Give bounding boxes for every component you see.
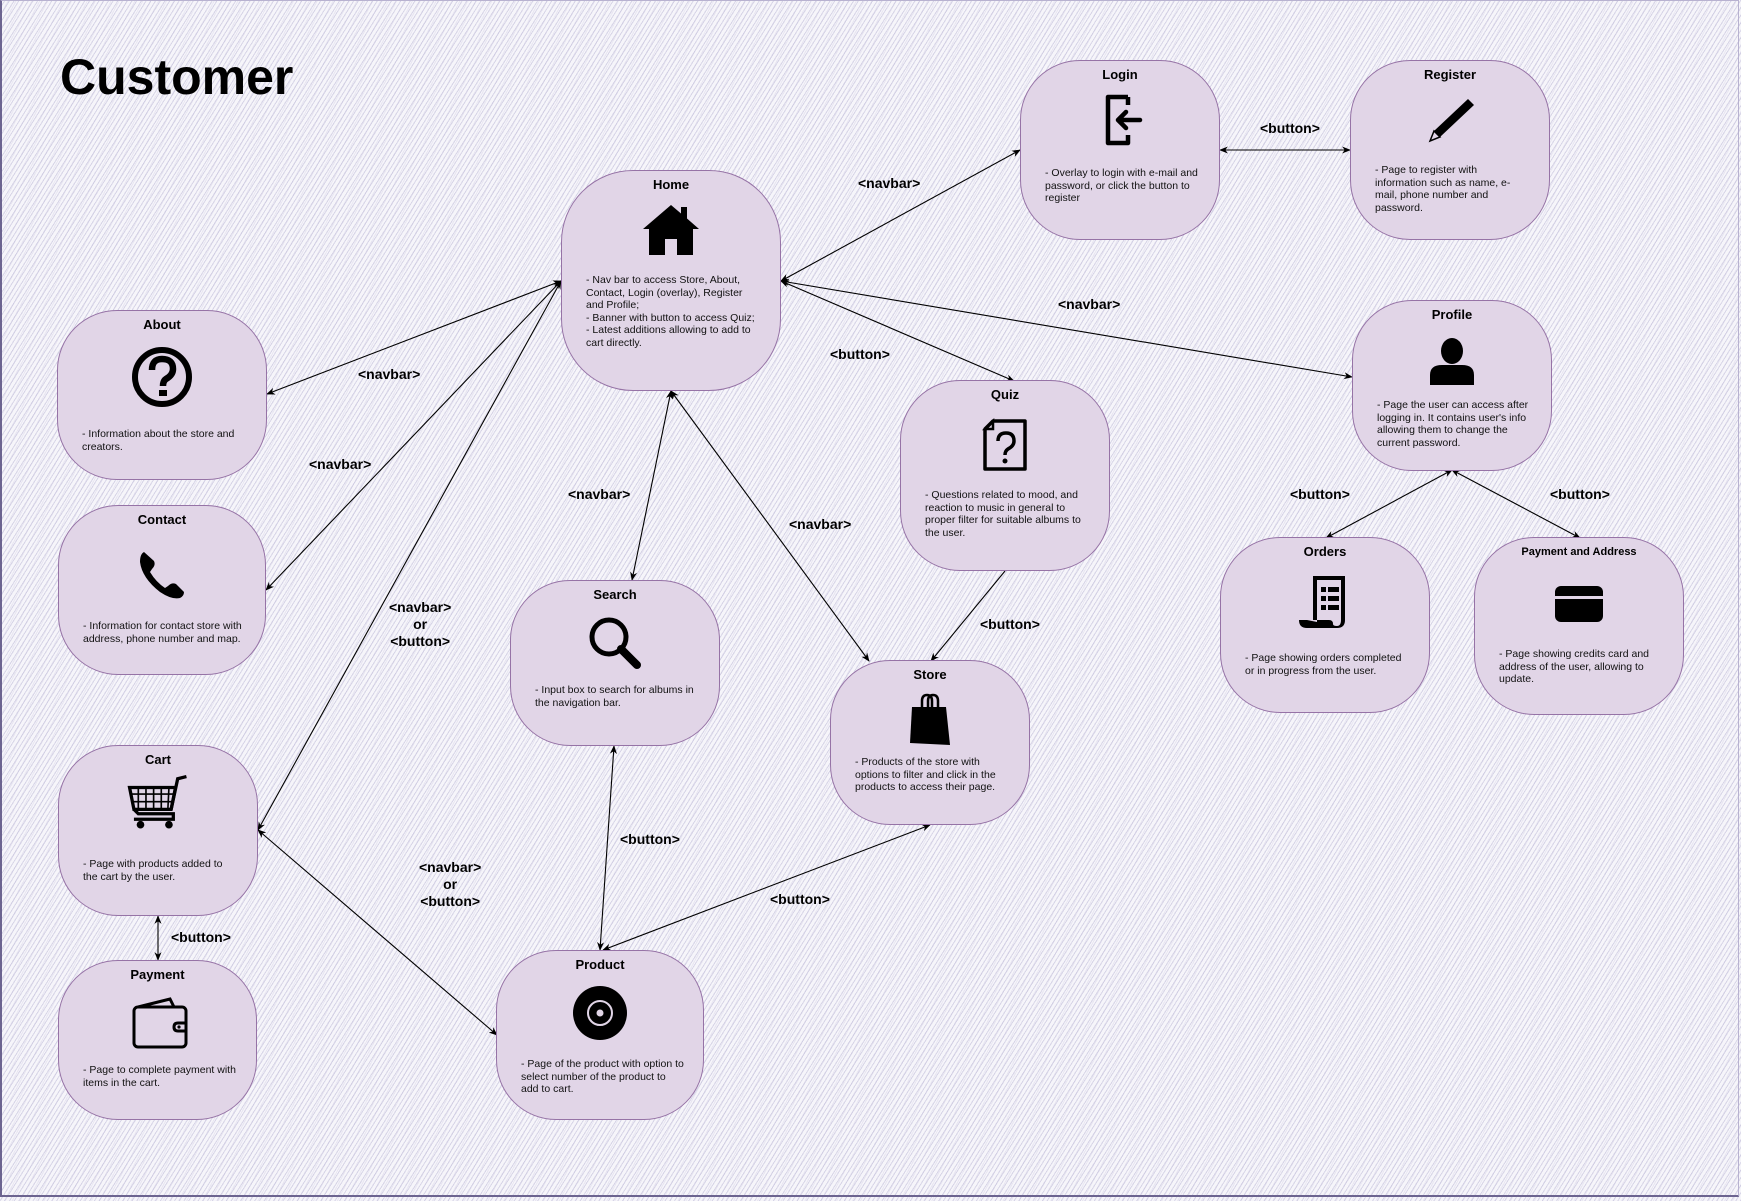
edge-profile-orders bbox=[1325, 469, 1453, 539]
question-file-icon bbox=[981, 417, 1027, 471]
node-title: Store bbox=[913, 667, 947, 682]
magnifier-icon bbox=[589, 617, 641, 669]
node-title: Login bbox=[1102, 67, 1138, 82]
node-title: Register bbox=[1423, 67, 1477, 82]
edge-label-home-search: <navbar> bbox=[568, 486, 631, 502]
node-description: - Products of the store with options to … bbox=[855, 756, 996, 793]
node-description: - Information about the store and creato… bbox=[82, 428, 235, 453]
node-title: Profile bbox=[1431, 307, 1473, 322]
node-store[interactable]: Store - Products of the store with optio… bbox=[830, 660, 1030, 825]
edge-profile-payment-address bbox=[1451, 469, 1581, 539]
node-title: Quiz bbox=[990, 387, 1020, 402]
edge-home-cart bbox=[257, 280, 562, 831]
node-title: Payment bbox=[130, 967, 185, 982]
node-description: - Page the user can access after logging… bbox=[1377, 399, 1529, 449]
edge-home-login bbox=[780, 149, 1021, 282]
edge-home-contact bbox=[265, 280, 562, 591]
node-about[interactable]: About - Information about the store and … bbox=[57, 310, 267, 480]
edge-search-product bbox=[597, 745, 617, 951]
node-home[interactable]: Home - Nav bar to access Store, About, C… bbox=[561, 170, 781, 391]
node-description: - Page showing credits card and address … bbox=[1499, 648, 1649, 685]
wallet-icon bbox=[132, 997, 187, 1049]
credit-card-icon bbox=[1555, 586, 1603, 622]
edge-label-search-product: <button> bbox=[620, 831, 680, 847]
node-orders[interactable]: Orders - Page showing orders completed o… bbox=[1220, 537, 1430, 713]
edge-label-home-profile: <navbar> bbox=[1058, 296, 1121, 312]
node-title: Product bbox=[575, 957, 625, 972]
node-description: - Page showing orders completed or in pr… bbox=[1245, 652, 1402, 677]
node-description: - Page to complete payment with items in… bbox=[83, 1064, 236, 1089]
node-description: - Information for contact store with add… bbox=[83, 620, 242, 645]
edge-label-home-about: <navbar> bbox=[358, 366, 421, 382]
receipt-icon bbox=[1299, 576, 1345, 628]
node-search[interactable]: Search - Input box to search for albums … bbox=[510, 580, 720, 746]
node-payment[interactable]: Payment - Page to complete payment with … bbox=[58, 960, 257, 1120]
node-title: About bbox=[143, 317, 181, 332]
node-register[interactable]: Register - Page to register with informa… bbox=[1350, 60, 1550, 240]
node-title: Contact bbox=[137, 512, 187, 527]
node-payment-and-address[interactable]: Payment and Address - Page showing credi… bbox=[1474, 537, 1684, 715]
edge-label-home-login: <navbar> bbox=[858, 175, 921, 191]
node-title: Home bbox=[652, 177, 690, 192]
edge-label-home-contact: <navbar> bbox=[309, 456, 372, 472]
cart-icon bbox=[127, 774, 187, 829]
node-login[interactable]: Login - Overlay to login with e-mail and… bbox=[1020, 60, 1220, 240]
edge-label-profile-orders: <button> bbox=[1290, 486, 1350, 502]
node-profile[interactable]: Profile - Page the user can access after… bbox=[1352, 300, 1552, 471]
edge-label-home-quiz: <button> bbox=[830, 346, 890, 362]
node-contact[interactable]: Contact - Information for contact store … bbox=[58, 505, 266, 675]
phone-icon bbox=[140, 552, 184, 599]
edge-label-store-product: <button> bbox=[770, 891, 830, 907]
edge-label-cart-payment: <button> bbox=[171, 929, 231, 945]
disc-icon bbox=[573, 986, 627, 1040]
node-title: Orders bbox=[1303, 544, 1347, 559]
login-icon bbox=[1105, 94, 1143, 146]
edge-home-search bbox=[630, 390, 673, 581]
edge-label-cart-product: <navbar> or <button> bbox=[419, 859, 482, 909]
node-title: Search bbox=[593, 587, 637, 602]
pencil-icon bbox=[1428, 99, 1474, 143]
node-quiz[interactable]: Quiz - Questions related to mood, and re… bbox=[900, 380, 1110, 571]
node-description: - Page with products added to the cart b… bbox=[83, 858, 223, 883]
node-title: Cart bbox=[144, 752, 171, 767]
node-description: - Input box to search for albums in the … bbox=[535, 684, 694, 709]
node-description: - Overlay to login with e-mail and passw… bbox=[1045, 167, 1198, 204]
node-description: - Questions related to mood, and reactio… bbox=[925, 489, 1081, 539]
user-icon bbox=[1430, 338, 1474, 385]
node-description: - Nav bar to access Store, About, Contac… bbox=[586, 274, 755, 349]
node-description: - Page of the product with option to sel… bbox=[521, 1058, 684, 1095]
node-title: Payment and Address bbox=[1521, 546, 1637, 558]
house-icon bbox=[643, 205, 699, 255]
node-product[interactable]: Product - Page of the product with optio… bbox=[496, 950, 704, 1120]
edge-home-quiz bbox=[780, 280, 1015, 382]
edge-label-home-store: <navbar> bbox=[789, 516, 852, 532]
edge-label-quiz-store: <button> bbox=[980, 616, 1040, 632]
shopping-bag-icon bbox=[910, 693, 950, 745]
edge-label-home-cart: <navbar> or <button> bbox=[389, 599, 452, 649]
question-circle-icon bbox=[132, 347, 192, 407]
edge-label-login-register: <button> bbox=[1260, 120, 1320, 136]
node-description: - Page to register with information such… bbox=[1375, 164, 1511, 214]
edge-label-profile-payment-address: <button> bbox=[1550, 486, 1610, 502]
node-cart[interactable]: Cart - Page with products added to the c… bbox=[58, 745, 258, 916]
